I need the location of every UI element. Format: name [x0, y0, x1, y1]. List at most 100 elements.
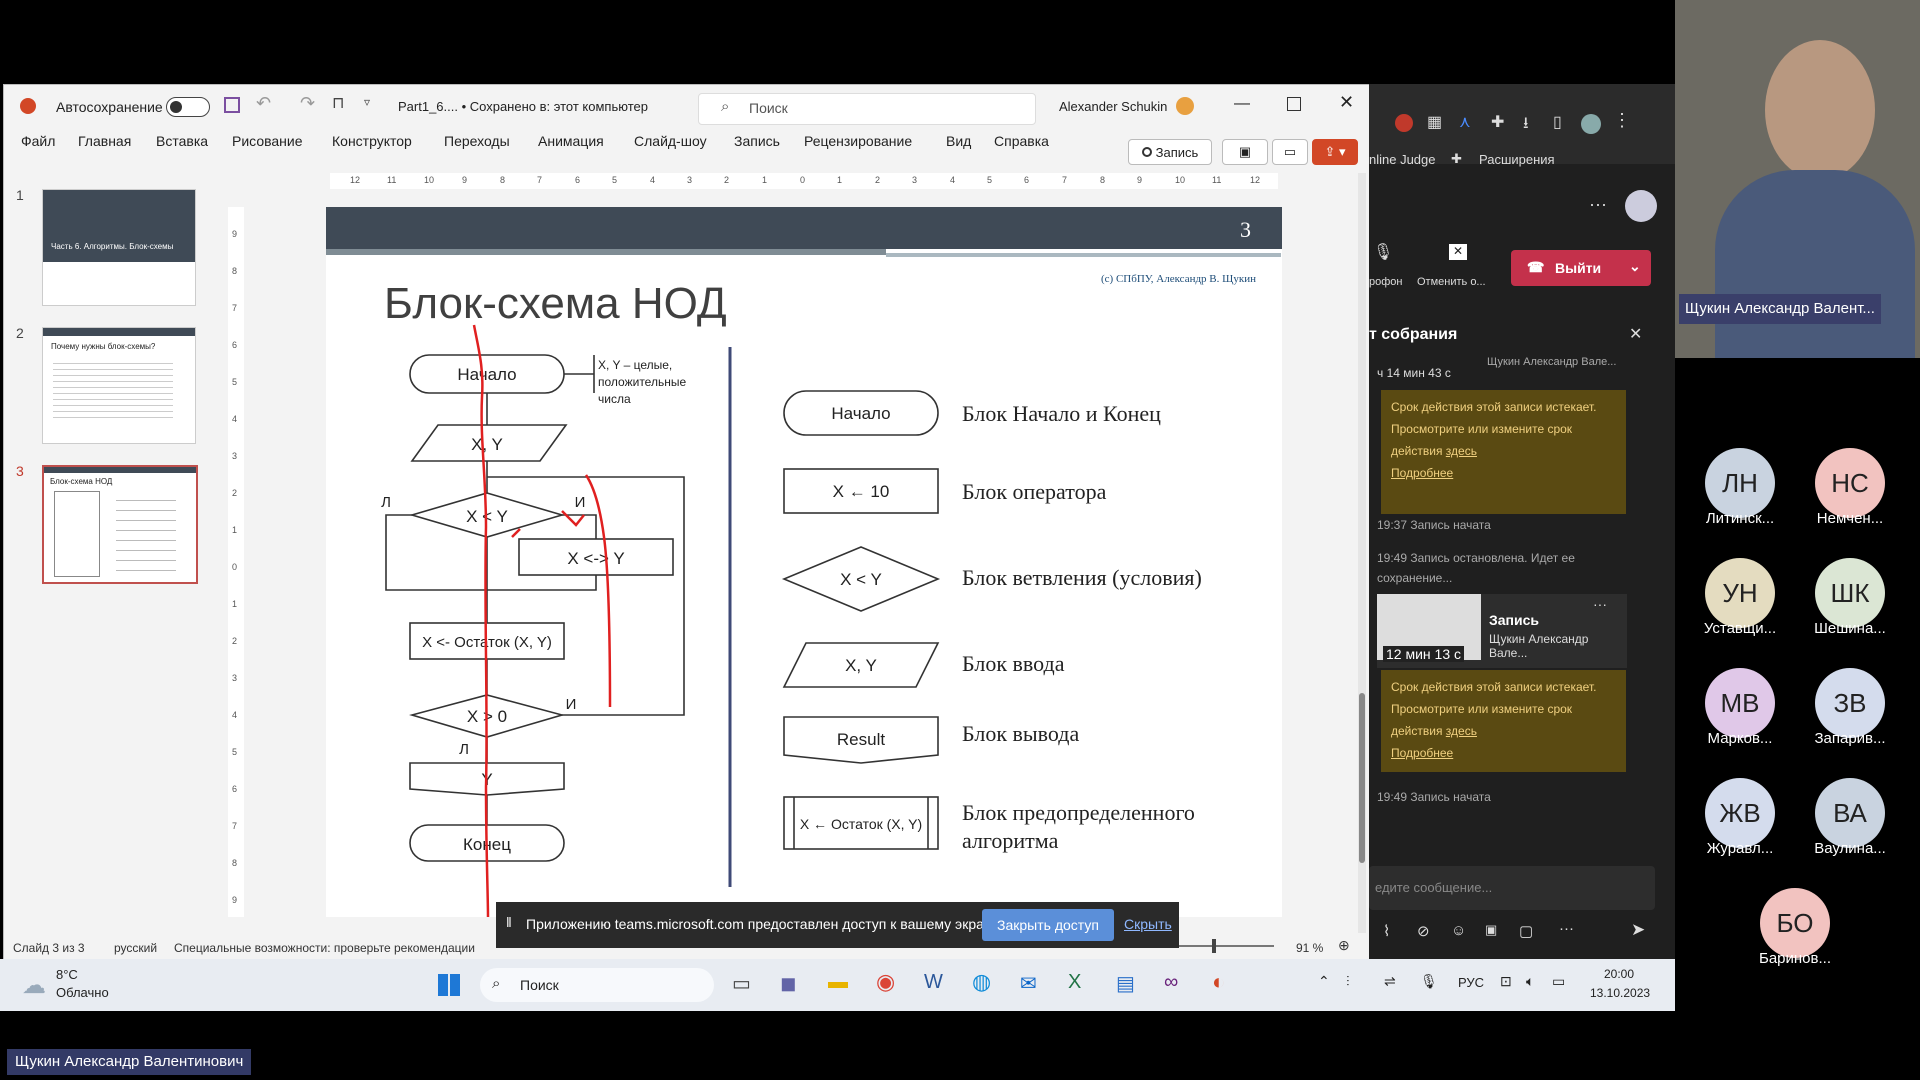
slide-thumbnail-1[interactable]: Часть 6. Алгоритмы. Блок-схемы [42, 189, 196, 306]
task-view-icon[interactable]: ▭ [732, 971, 751, 996]
learn-more-link[interactable]: Подробнее [1391, 466, 1453, 480]
word-icon[interactable]: W [924, 971, 943, 994]
edge-icon[interactable]: ◍ [972, 969, 991, 995]
comments-button[interactable]: ▭ [1272, 139, 1308, 165]
clock-date[interactable]: 13.10.2023 [1590, 986, 1650, 1000]
slide-canvas[interactable]: 3 (c) СПбПУ, Александр В. Щукин Блок-схе… [326, 207, 1282, 917]
participant-avatar[interactable]: ШК [1815, 558, 1885, 628]
participant-avatar[interactable]: ВА [1815, 778, 1885, 848]
tab-design[interactable]: Конструктор [332, 133, 412, 149]
microphone-icon[interactable]: 🎙︎ [1373, 242, 1393, 262]
participant-avatar[interactable]: УН [1705, 558, 1775, 628]
bookmark-extensions[interactable]: Расширения [1479, 152, 1555, 167]
tab-record[interactable]: Запись [734, 133, 780, 149]
recording-more-icon[interactable]: ··· [1593, 596, 1607, 612]
tab-home[interactable]: Главная [78, 133, 131, 149]
more-actions-icon[interactable]: ··· [1559, 920, 1574, 937]
loop-icon[interactable]: ⊘ [1417, 922, 1430, 940]
file-explorer-icon[interactable]: ▬ [828, 971, 848, 994]
volume-icon[interactable]: 🔈︎ [1526, 973, 1534, 990]
fit-slide-icon[interactable]: ⊕ [1338, 937, 1350, 954]
accessibility-status[interactable]: Специальные возможности: проверьте реком… [174, 941, 475, 955]
tab-draw[interactable]: Рисование [232, 133, 303, 149]
clock-time[interactable]: 20:00 [1604, 967, 1634, 981]
extension-icon[interactable]: ▦ [1427, 112, 1442, 132]
expiry-link[interactable]: здесь [1446, 444, 1477, 458]
user-avatar[interactable] [1176, 97, 1194, 115]
user-name[interactable]: Alexander Schukin [1059, 99, 1167, 114]
mic-tray-icon[interactable]: 🎙︎ [1420, 973, 1438, 990]
notepad-icon[interactable]: ▤ [1116, 971, 1135, 996]
more-options-icon[interactable]: ··· [1589, 194, 1607, 215]
hide-share-bar-link[interactable]: Скрыть [1124, 916, 1172, 932]
participant-avatar[interactable]: ЛН [1705, 448, 1775, 518]
undo-icon[interactable]: ↶ [256, 93, 271, 114]
stop-sharing-button[interactable]: Закрыть доступ [982, 909, 1114, 941]
network-monitor-icon[interactable]: ⫶ [1346, 973, 1350, 990]
gif-icon[interactable]: ▣ [1485, 922, 1497, 938]
taskbar-search[interactable]: ⌕ Поиск [480, 968, 714, 1002]
download-icon[interactable]: ⭳ [1523, 112, 1529, 139]
present-icon[interactable]: ⊓ [332, 93, 344, 113]
leave-meeting-button[interactable]: ☎ Выйти ⌄ [1511, 250, 1651, 286]
chrome-icon[interactable]: ◉ [876, 969, 895, 995]
close-icon[interactable]: ✕ [1339, 92, 1354, 113]
save-icon[interactable] [224, 97, 240, 113]
chat-messages[interactable]: ч 14 мин 43 с Щукин Александр Вале... Ср… [1369, 354, 1675, 954]
sticker-icon[interactable]: ▢ [1519, 922, 1533, 940]
record-button[interactable]: Запись [1128, 139, 1212, 165]
input-language[interactable]: РУС [1458, 975, 1484, 990]
tab-view[interactable]: Вид [946, 133, 971, 149]
maximize-icon[interactable] [1287, 97, 1301, 111]
participant-avatar[interactable]: НС [1815, 448, 1885, 518]
mixer-icon[interactable]: ⇌ [1384, 973, 1396, 990]
start-button[interactable] [438, 974, 460, 996]
tab-review[interactable]: Рецензирование [804, 133, 912, 149]
autosave-toggle[interactable] [166, 97, 210, 117]
participant-avatar[interactable]: БО [1760, 888, 1830, 958]
attach-icon[interactable]: ⌇ [1383, 922, 1390, 940]
battery-icon[interactable]: ▭ [1552, 973, 1565, 990]
slide-thumbnail-3[interactable]: Блок-схема НОД [42, 465, 198, 584]
search-box[interactable]: ⌕ Поиск [698, 93, 1036, 125]
message-compose-box[interactable]: едите сообщение... [1369, 866, 1655, 910]
slide-thumbnail-2[interactable]: Почему нужны блок-схемы? [42, 327, 196, 444]
teams-app-icon[interactable]: ◼ [780, 971, 797, 996]
tab-insert[interactable]: Вставка [156, 133, 208, 149]
zoom-level[interactable]: 91 % [1296, 941, 1323, 955]
send-icon[interactable]: ➤ [1631, 920, 1645, 940]
visual-studio-icon[interactable]: ∞ [1164, 971, 1178, 994]
tray-expand-icon[interactable]: ⌃ [1318, 973, 1330, 990]
adblock-icon[interactable] [1395, 114, 1413, 132]
tab-transitions[interactable]: Переходы [444, 133, 510, 149]
sidebar-icon[interactable]: ▯ [1553, 112, 1562, 132]
excel-icon[interactable]: X [1068, 971, 1081, 994]
tab-file[interactable]: Файл [21, 133, 55, 149]
tab-animations[interactable]: Анимация [538, 133, 604, 149]
emoji-icon[interactable]: ☺ [1451, 922, 1466, 939]
participant-avatar[interactable]: МВ [1705, 668, 1775, 738]
learn-more-link[interactable]: Подробнее [1391, 746, 1453, 760]
tab-help[interactable]: Справка [994, 133, 1049, 149]
network-icon[interactable]: ⊡ [1500, 973, 1512, 990]
tab-slideshow[interactable]: Слайд-шоу [634, 133, 707, 149]
customize-qat-icon[interactable]: ▿ [364, 95, 370, 109]
browser-menu-icon[interactable]: ⋮ [1613, 110, 1631, 131]
bookmark-online-judge[interactable]: nline Judge [1369, 152, 1436, 167]
zoom-slider[interactable] [1164, 939, 1274, 953]
chevron-down-icon[interactable]: ⌄ [1629, 258, 1641, 275]
language-indicator[interactable]: русский [114, 941, 157, 955]
powerpoint-taskbar-icon[interactable]: ◐ [1212, 969, 1225, 995]
extension-icon[interactable]: ⋏ [1459, 112, 1471, 132]
participant-avatar[interactable]: ЖВ [1705, 778, 1775, 848]
minimize-icon[interactable]: — [1234, 95, 1250, 113]
share-button[interactable]: ⇪ ▾ [1312, 139, 1358, 165]
puzzle-icon[interactable]: ✚ [1491, 112, 1504, 132]
mail-icon[interactable]: ✉ [1020, 971, 1037, 996]
redo-icon[interactable]: ↷ [300, 93, 315, 114]
expiry-link[interactable]: здесь [1446, 724, 1477, 738]
participant-avatar[interactable]: ЗВ [1815, 668, 1885, 738]
cancel-icon[interactable]: ✕ [1449, 244, 1467, 260]
profile-avatar[interactable] [1581, 114, 1601, 134]
document-title[interactable]: Part1_6.... • Сохранено в: этот компьюте… [398, 99, 648, 114]
